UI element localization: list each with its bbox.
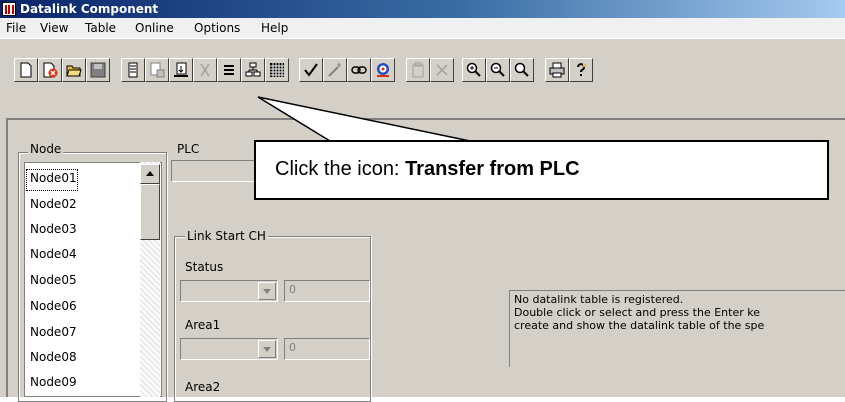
instruction-callout: Click the icon: Transfer from PLC: [254, 140, 829, 200]
callout-emphasis: Transfer from PLC: [405, 158, 580, 180]
callout-text: Click the icon: Transfer from PLC: [275, 158, 580, 181]
callout-prefix: Click the icon:: [275, 158, 406, 180]
